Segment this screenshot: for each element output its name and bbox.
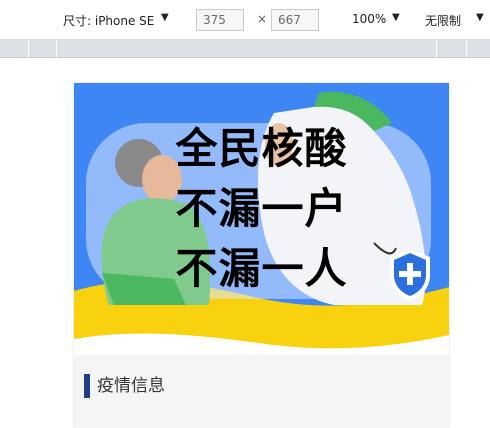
media-query-segment[interactable] [28,40,29,57]
media-query-segment[interactable] [56,40,57,57]
zoom-dropdown[interactable]: 100% [352,12,386,26]
device-toolbar: 尺寸: iPhone SE ▼ × 100% ▼ 无限制 ▼ [0,0,490,40]
banner-illustration [74,83,449,355]
media-query-segment[interactable] [436,40,437,57]
media-query-bar[interactable] [0,40,490,58]
device-dimensions-dropdown[interactable]: 尺寸: iPhone SE [63,12,154,29]
chevron-down-icon[interactable]: ▼ [392,12,400,23]
width-input[interactable] [196,9,244,31]
media-query-segment[interactable] [466,40,467,57]
banner-image: 全民核酸 不漏一户 不漏一人 [74,83,449,355]
section-title: 疫情信息 [97,376,165,396]
chevron-down-icon[interactable]: ▼ [476,12,484,23]
times-symbol: × [257,12,268,26]
height-input[interactable] [271,9,319,31]
section-header: 疫情信息 [74,355,449,415]
section-accent-bar [84,374,90,398]
phone-viewport: 全民核酸 不漏一户 不漏一人 疫情信息 [74,83,449,428]
chevron-down-icon[interactable]: ▼ [161,12,169,23]
throttle-dropdown[interactable]: 无限制 [425,12,461,29]
